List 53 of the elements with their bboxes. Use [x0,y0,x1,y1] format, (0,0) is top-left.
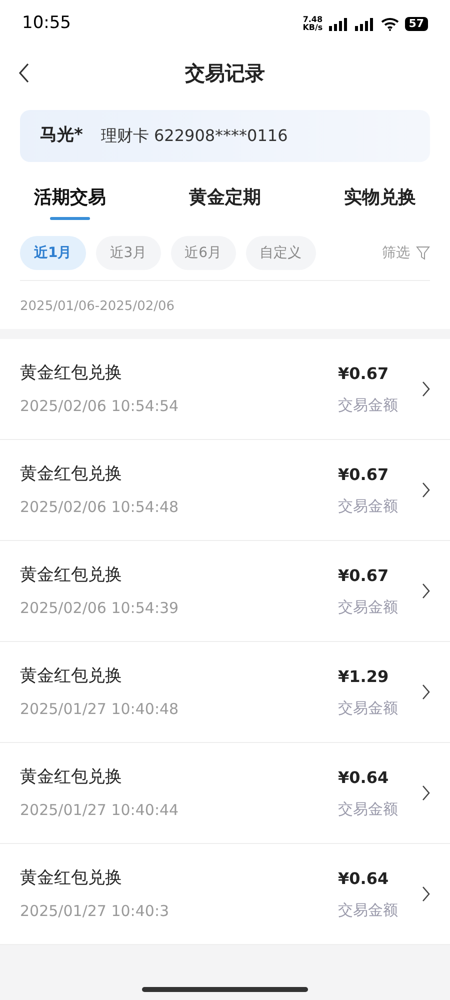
transaction-row[interactable]: 黄金红包兑换 2025/02/06 10:54:48 ¥0.67 交易金额 [0,440,450,541]
network-speed: 7.48 KB/s [302,16,323,32]
tab[interactable]: 活期交易 [34,184,106,220]
transaction-amount: ¥0.67 [338,362,390,385]
transaction-title: 黄金红包兑换 [20,362,123,385]
wifi-icon [380,17,399,31]
transaction-amount: ¥0.67 [338,464,390,486]
back-button[interactable] [18,62,30,84]
transaction-row[interactable]: 黄金红包兑换 2025/01/27 10:40:48 ¥1.29 交易金额 [0,642,450,743]
transaction-title: 黄金红包兑换 [20,867,123,890]
transaction-time: 2025/02/06 10:54:48 [20,496,179,518]
transaction-time: 2025/02/06 10:54:54 [20,396,179,416]
tab[interactable]: 实物兑换 [344,184,416,220]
transaction-amount: ¥0.64 [338,868,390,890]
transaction-time: 2025/01/27 10:40:44 [20,800,179,820]
chevron-right-icon [422,886,430,902]
amount-label: 交易金额 [338,798,399,820]
date-range: 2025/01/06-2025/02/06 [20,299,175,314]
card-number: 理财卡 622908****0116 [100,125,288,147]
transaction-title: 黄金红包兑换 [20,463,123,486]
transaction-title: 黄金红包兑换 [20,665,123,688]
transaction-row[interactable]: 黄金红包兑换 2025/02/06 10:54:54 ¥0.67 交易金额 [0,339,450,440]
battery-indicator: 57 [404,17,428,31]
transaction-title: 黄金红包兑换 [20,564,123,587]
period-chip[interactable]: 近1月 [20,236,86,270]
back-icon [18,62,30,84]
transaction-amount: ¥1.29 [338,666,390,688]
chevron-right-icon [422,785,430,801]
tab[interactable]: 黄金定期 [189,184,261,220]
transaction-row[interactable]: 黄金红包兑换 2025/02/06 10:54:39 ¥0.67 交易金额 [0,541,450,642]
signal-icon [354,18,375,30]
amount-label: 交易金额 [338,900,399,921]
signal-icon [328,18,349,30]
chevron-right-icon [422,684,430,700]
page-title: 交易记录 [185,60,265,87]
status-time: 10:55 [22,12,71,36]
amount-label: 交易金额 [338,596,399,618]
chevron-right-icon [422,381,430,397]
chevron-right-icon [422,583,430,599]
transaction-amount: ¥0.64 [338,766,390,789]
transaction-time: 2025/01/27 10:40:3 [20,900,170,922]
transaction-row[interactable]: 黄金红包兑换 2025/01/27 10:40:44 ¥0.64 交易金额 [0,743,450,844]
transaction-time: 2025/01/27 10:40:48 [20,698,179,720]
transaction-row[interactable]: 黄金红包兑换 2025/01/27 10:40:3 ¥0.64 交易金额 [0,844,450,945]
filter-icon [416,246,430,260]
account-name: 马光* [40,124,83,148]
amount-label: 交易金额 [338,496,399,517]
chevron-right-icon [422,482,430,498]
transaction-title: 黄金红包兑换 [20,766,123,789]
transaction-time: 2025/02/06 10:54:39 [20,598,179,618]
amount-label: 交易金额 [338,698,399,719]
amount-label: 交易金额 [338,394,399,416]
transaction-amount: ¥0.67 [338,564,390,587]
